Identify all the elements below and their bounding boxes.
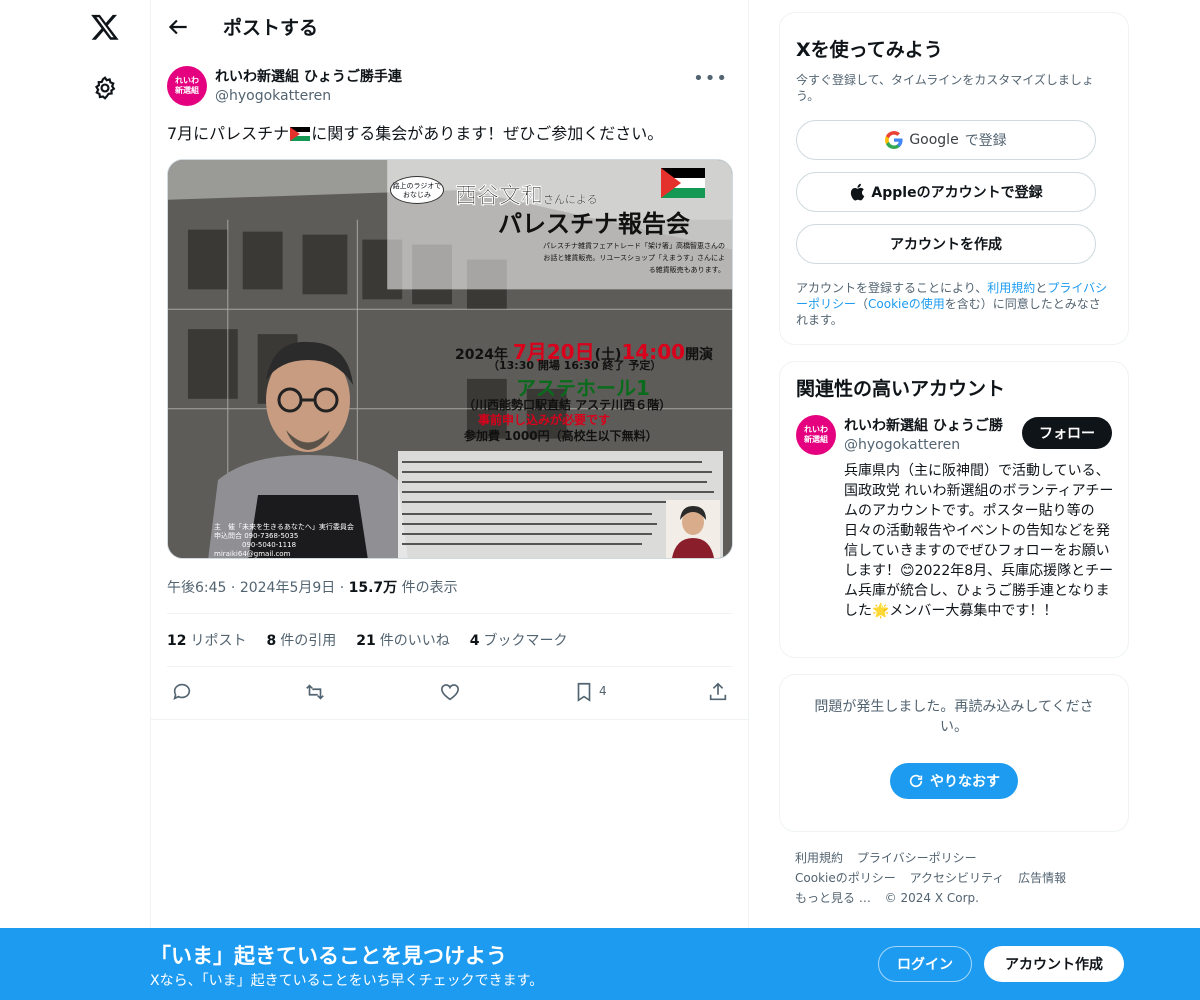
- post-text-part-2: に関する集会があります！ぜひご参加ください。: [311, 124, 664, 143]
- avatar-text-2: 新選組: [175, 86, 199, 95]
- bookmark-icon[interactable]: [573, 681, 595, 703]
- related-bio: 兵庫県内（主に阪神間）で活動している、国政政党 れいわ新選組のボランティアチーム…: [844, 463, 1114, 619]
- related-title: 関連性の高いアカウント: [796, 378, 1006, 400]
- apple-signup-button[interactable]: Appleのアカウントで登録: [796, 172, 1096, 212]
- views-count: 15.7万: [348, 580, 398, 596]
- stat-reposts[interactable]: 12 リポスト: [167, 630, 246, 650]
- like-icon[interactable]: [439, 681, 461, 703]
- footer: 利用規約 プライバシーポリシー Cookieのポリシー アクセシビリティ 広告情…: [779, 848, 1129, 908]
- post-time[interactable]: 午後6:45: [167, 580, 226, 596]
- banner-title: 「いま」起きていることを見つけよう: [150, 944, 507, 968]
- signup-subtitle: 今すぐ登録して、タイムラインをカスタマイズしましょう。: [796, 73, 1094, 103]
- guest-photo: [666, 500, 720, 558]
- follow-button[interactable]: フォロー: [1022, 417, 1112, 449]
- divider: [151, 719, 748, 720]
- signup-button[interactable]: アカウント作成: [984, 946, 1124, 982]
- poster-reservation: 事前申し込みが必要です: [478, 413, 611, 427]
- banner-subtitle: Xなら、「いま」起きていることをいち早くチェックできます。: [150, 973, 544, 989]
- arrow-left-icon[interactable]: [165, 14, 191, 40]
- left-rail: [0, 0, 150, 1000]
- signup-card: Xを使ってみよう 今すぐ登録して、タイムラインをカスタマイズしましょう。 Goo…: [779, 12, 1129, 345]
- post-meta: 午後6:45 · 2024年5月9日 · 15.7万 件の表示: [167, 580, 458, 596]
- google-suffix: で登録: [964, 133, 1007, 149]
- gear-icon[interactable]: [92, 75, 118, 101]
- poster-subtitle: パレスチナ報告会: [498, 210, 690, 238]
- avatar[interactable]: れいわ 新選組: [167, 66, 207, 106]
- retry-button[interactable]: やりなおす: [890, 763, 1018, 799]
- post-image[interactable]: 路上のラジオで おなじみ 西谷文和さんによる パレスチナ報告会 パレスチナ雑貨フ…: [167, 159, 733, 559]
- apple-icon: [851, 183, 865, 201]
- google-label: Google: [909, 132, 959, 148]
- footer-link-terms[interactable]: 利用規約: [795, 851, 843, 865]
- page-title: ポストする: [223, 17, 319, 39]
- google-signup-button[interactable]: Google で登録: [796, 120, 1096, 160]
- error-message: 問題が発生しました。再読み込みしてください。 やりなおす: [796, 687, 1112, 819]
- palestine-flag-icon: [290, 127, 311, 141]
- signup-title: Xを使ってみよう: [796, 39, 943, 61]
- error-card: 問題が発生しました。再読み込みしてください。 やりなおす: [779, 674, 1129, 832]
- post-actions: 4: [167, 667, 732, 719]
- poster-bubble: 路上のラジオで おなじみ: [390, 176, 444, 204]
- footer-link-ads[interactable]: 広告情報: [1018, 871, 1066, 885]
- cookie-link[interactable]: Cookieの使用: [868, 297, 945, 311]
- views-label: 件の表示: [401, 580, 458, 596]
- create-account-button[interactable]: アカウントを作成: [796, 224, 1096, 264]
- footer-link-accessibility[interactable]: アクセシビリティ: [910, 871, 1005, 885]
- related-account[interactable]: れいわ 新選組 れいわ新選組 ひょうご勝 @hyogokatteren フォロー…: [796, 415, 1114, 645]
- poster-fee: 参加費 1000円（高校生以下無料）: [464, 429, 658, 443]
- bookmark-count: 4: [599, 684, 607, 698]
- legal-text: アカウントを登録することにより、利用規約とプライバシーポリシー（Cookieの使…: [796, 281, 1108, 327]
- post-author: れいわ 新選組 れいわ新選組 ひょうご勝手連 @hyogokatteren ••…: [167, 64, 732, 116]
- palestine-flag-icon: [661, 168, 705, 198]
- footer-link-privacy[interactable]: プライバシーポリシー: [857, 851, 977, 865]
- reply-icon[interactable]: [171, 681, 193, 703]
- related-name[interactable]: れいわ新選組 ひょうご勝: [844, 415, 1003, 435]
- poster-time: （13:30 開場 16:30 終了 予定）: [488, 359, 662, 372]
- related-accounts-card: 関連性の高いアカウント れいわ 新選組 れいわ新選組 ひょうご勝 @hyogok…: [779, 361, 1129, 658]
- login-button[interactable]: ログイン: [878, 946, 972, 982]
- post-stats: 12 リポスト 8 件の引用 21 件のいいね 4 ブックマーク: [167, 614, 732, 666]
- signup-banner: 「いま」起きていることを見つけよう Xなら、「いま」起きていることをいち早くチェ…: [0, 928, 1200, 1000]
- author-handle[interactable]: @hyogokatteren: [215, 88, 331, 104]
- author-name[interactable]: れいわ新選組 ひょうご勝手連: [215, 66, 402, 86]
- stat-bookmarks[interactable]: 4 ブックマーク: [470, 630, 568, 650]
- footer-link-cookie[interactable]: Cookieのポリシー: [795, 871, 896, 885]
- post-text-part-1: 7月にパレスチナ: [167, 124, 290, 143]
- poster-organizer: 主 催「未来を生きるあなたへ」実行委員会 申込問合 090-7368-5035 …: [214, 523, 354, 558]
- stat-likes[interactable]: 21 件のいいね: [356, 630, 449, 650]
- poster-blurb: パレスチナ雑貨フェアトレード「架け箸」高橋智恵さんのお話と雑貨販売。リユースショ…: [543, 242, 725, 274]
- avatar-text-1: れいわ: [175, 76, 199, 85]
- retry-label: やりなおす: [930, 774, 1000, 790]
- main-column: ポストする れいわ 新選組 れいわ新選組 ひょうご勝手連 @hyogokatte…: [150, 0, 749, 1000]
- top-bar: ポストする: [151, 0, 748, 54]
- avatar[interactable]: れいわ 新選組: [796, 415, 836, 455]
- error-text: 問題が発生しました。再読み込みしてください。: [814, 699, 1094, 735]
- terms-link[interactable]: 利用規約: [987, 281, 1035, 295]
- footer-link-more[interactable]: もっと見る …: [795, 891, 871, 905]
- copyright: © 2024 X Corp.: [884, 891, 979, 905]
- repost-icon[interactable]: [304, 681, 326, 703]
- apple-label: Appleのアカウントで登録: [871, 185, 1043, 201]
- post-text: 7月にパレスチナ に関する集会があります！ぜひご参加ください。: [167, 123, 732, 145]
- poster-date-suffix: 開演: [685, 347, 714, 363]
- stat-quotes[interactable]: 8 件の引用: [266, 630, 336, 650]
- post-date[interactable]: 2024年5月9日: [240, 580, 335, 596]
- post: れいわ 新選組 れいわ新選組 ひょうご勝手連 @hyogokatteren ••…: [151, 64, 748, 720]
- refresh-icon: [909, 774, 923, 788]
- right-sidebar: Xを使ってみよう 今すぐ登録して、タイムラインをカスタマイズしましょう。 Goo…: [779, 12, 1129, 908]
- related-handle[interactable]: @hyogokatteren: [844, 437, 960, 453]
- share-icon[interactable]: [707, 681, 729, 703]
- create-label: アカウントを作成: [890, 237, 1002, 253]
- google-icon: [885, 131, 903, 149]
- x-logo-icon[interactable]: [90, 12, 120, 42]
- more-icon[interactable]: •••: [693, 68, 728, 89]
